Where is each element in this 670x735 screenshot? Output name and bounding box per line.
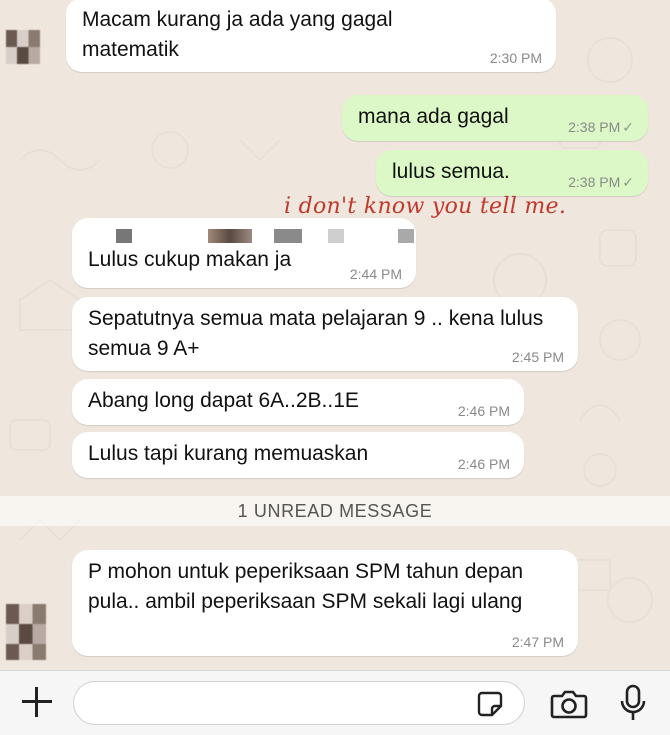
message-time-label: 2:38 PM — [568, 119, 621, 135]
overlay-caption: i don't know you tell me. — [284, 194, 567, 219]
message-composer-bar — [0, 670, 670, 735]
message-time: 2:46 PM — [457, 403, 510, 419]
message-bubble-incoming[interactable]: Lulus cukup makan ja 2:44 PM — [72, 218, 416, 288]
sent-check-icon: ✓ — [622, 174, 634, 190]
sender-name-redacted — [88, 223, 414, 245]
message-text: Sepatutnya semua mata pelajaran 9 .. ken… — [88, 307, 544, 360]
message-bubble-outgoing[interactable]: mana ada gagal 2:38 PM ✓ — [342, 95, 648, 141]
message-bubble-incoming[interactable]: Abang long dapat 6A..2B..1E 2:46 PM — [72, 379, 524, 425]
message-input[interactable] — [73, 681, 525, 725]
message-bubble-incoming[interactable]: P mohon untuk peperiksaan SPM tahun depa… — [72, 550, 578, 656]
microphone-icon[interactable] — [620, 684, 646, 722]
message-time: 2:46 PM — [457, 456, 510, 472]
message-time: 2:38 PM ✓ — [568, 174, 634, 190]
message-text: Lulus tapi kurang memuaskan — [88, 442, 369, 465]
unread-messages-banner: 1 UNREAD MESSAGE — [0, 496, 670, 526]
message-bubble-incoming[interactable]: Sepatutnya semua mata pelajaran 9 .. ken… — [72, 297, 578, 371]
message-text: Abang long dapat 6A..2B..1E — [88, 389, 359, 412]
message-time: 2:45 PM — [511, 349, 564, 365]
message-bubble-incoming[interactable]: Lulus tapi kurang memuaskan 2:46 PM — [72, 432, 524, 478]
avatar[interactable] — [6, 604, 46, 660]
message-time: 2:38 PM ✓ — [568, 119, 634, 135]
message-time: 2:30 PM — [489, 50, 542, 66]
sticker-icon[interactable] — [476, 690, 504, 718]
message-time: 2:44 PM — [349, 266, 402, 282]
message-bubble-incoming[interactable]: Macam kurang ja ada yang gagal matematik… — [66, 0, 556, 72]
camera-icon[interactable] — [550, 688, 588, 720]
message-time-label: 2:38 PM — [568, 174, 621, 190]
avatar[interactable] — [6, 30, 40, 64]
message-time: 2:47 PM — [511, 634, 564, 650]
message-bubble-outgoing[interactable]: lulus semua. 2:38 PM ✓ — [376, 150, 648, 196]
message-text: Macam kurang ja ada yang gagal matematik — [82, 8, 393, 61]
sent-check-icon: ✓ — [622, 119, 634, 135]
plus-icon[interactable] — [22, 687, 52, 717]
message-text: P mohon untuk peperiksaan SPM tahun depa… — [88, 560, 524, 613]
